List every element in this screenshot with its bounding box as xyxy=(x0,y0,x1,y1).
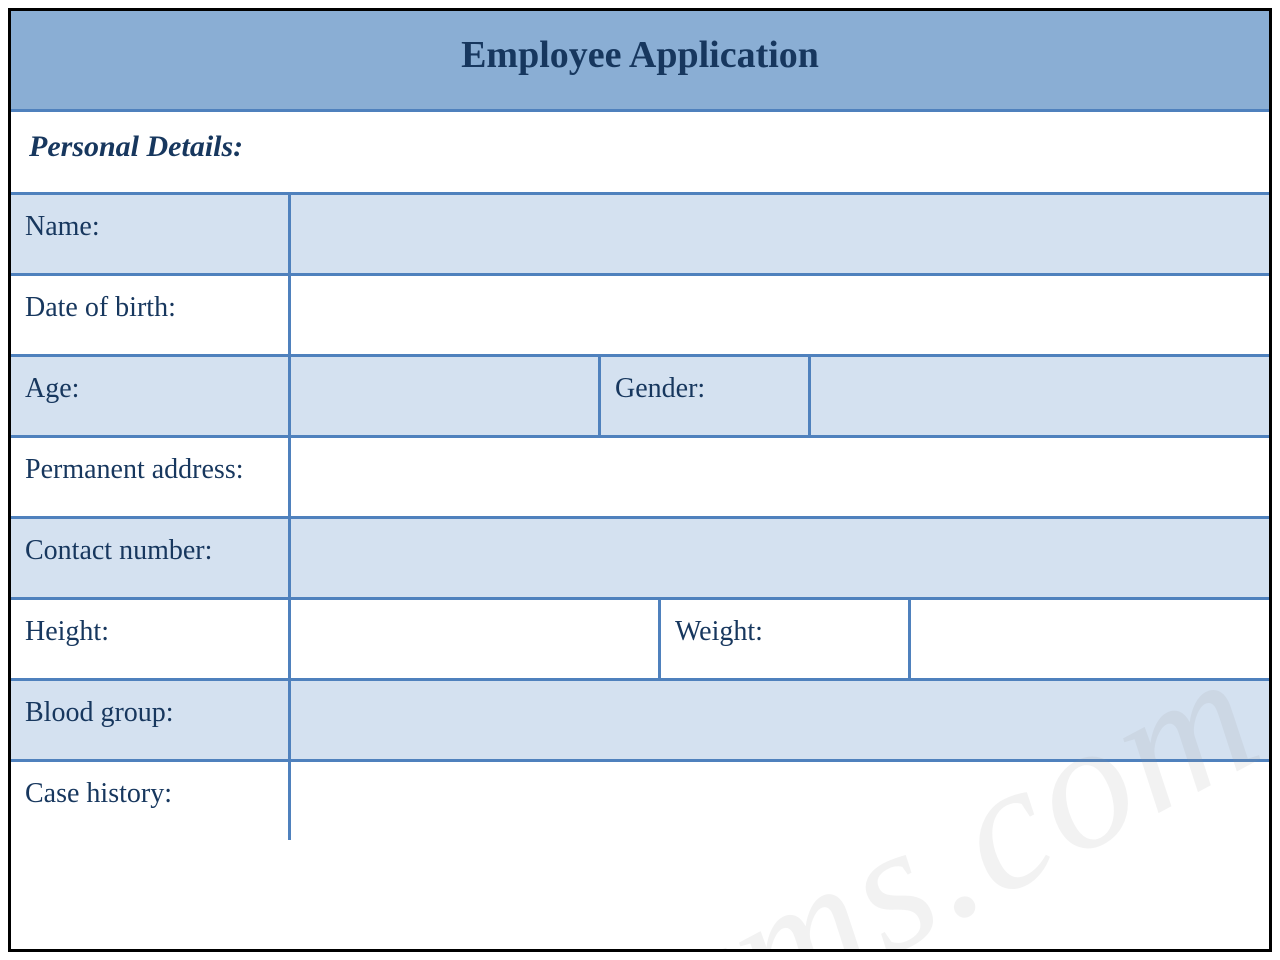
input-name[interactable] xyxy=(291,195,1269,273)
section-title: Personal Details: xyxy=(29,130,1251,164)
input-weight[interactable] xyxy=(911,600,1269,678)
label-permanent-address: Permanent address: xyxy=(11,438,291,516)
label-blood-group: Blood group: xyxy=(11,681,291,759)
row-contact-number: Contact number: xyxy=(11,519,1269,600)
label-weight: Weight: xyxy=(661,600,911,678)
form-title: Employee Application xyxy=(11,33,1269,77)
row-permanent-address: Permanent address: xyxy=(11,438,1269,519)
input-gender[interactable] xyxy=(811,357,1269,435)
label-dob: Date of birth: xyxy=(11,276,291,354)
label-height: Height: xyxy=(11,600,291,678)
label-age: Age: xyxy=(11,357,291,435)
row-age-gender: Age: Gender: xyxy=(11,357,1269,438)
row-case-history: Case history: xyxy=(11,762,1269,840)
label-gender: Gender: xyxy=(601,357,811,435)
row-height-weight: Height: Weight: xyxy=(11,600,1269,681)
row-dob: Date of birth: xyxy=(11,276,1269,357)
employee-application-form: Employee Application Personal Details: N… xyxy=(8,8,1272,952)
row-blood-group: Blood group: xyxy=(11,681,1269,762)
label-case-history: Case history: xyxy=(11,762,291,840)
form-header: Employee Application xyxy=(11,11,1269,112)
input-permanent-address[interactable] xyxy=(291,438,1269,516)
input-blood-group[interactable] xyxy=(291,681,1269,759)
row-name: Name: xyxy=(11,195,1269,276)
input-contact-number[interactable] xyxy=(291,519,1269,597)
label-name: Name: xyxy=(11,195,291,273)
input-dob[interactable] xyxy=(291,276,1269,354)
section-personal-details: Personal Details: xyxy=(11,112,1269,195)
input-height[interactable] xyxy=(291,600,661,678)
input-age[interactable] xyxy=(291,357,601,435)
input-case-history[interactable] xyxy=(291,762,1269,840)
label-contact-number: Contact number: xyxy=(11,519,291,597)
